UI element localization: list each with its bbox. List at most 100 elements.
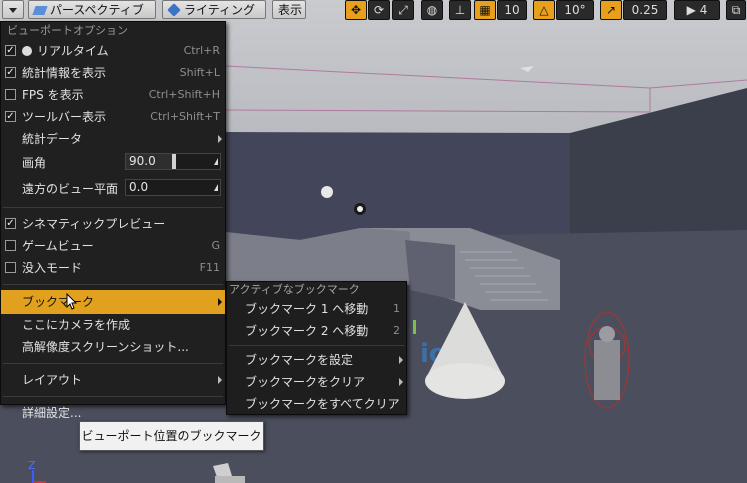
perspective-button[interactable]: パースペクティブ <box>28 0 156 19</box>
grid-snap-icon[interactable]: ▦ <box>474 0 496 20</box>
submenu-arrow-icon <box>399 356 403 364</box>
rotation-snap-value-text: 10° <box>564 3 586 17</box>
menu-item-hires-screenshot[interactable]: 高解像度スクリーンショット... <box>1 336 225 358</box>
lighting-sphere-icon <box>167 3 181 17</box>
submenu-item-goto-bookmark-1[interactable]: ブックマーク 1 へ移動 1 <box>227 298 406 320</box>
viewport-toolbar: パースペクティブ ライティング 表示 ✥ ⟳ ⤢ ◍ ⊥ ▦ 10 △ 10° … <box>0 0 747 22</box>
submenu-arrow-icon <box>218 376 222 384</box>
submenu-item-clear-bookmark[interactable]: ブックマークをクリア <box>227 371 406 393</box>
rotation-snap-icon[interactable]: △ <box>533 0 555 20</box>
realtime-label-wrap: リアルタイム <box>22 40 109 62</box>
bookmark-label: ブックマーク <box>22 295 95 309</box>
show-stats-shortcut: Shift+L <box>179 66 220 79</box>
set-bookmark-label: ブックマークを設定 <box>245 353 354 367</box>
menu-item-cinematic-preview[interactable]: ✓ シネマティックプレビュー <box>1 213 225 235</box>
checkbox-checked-icon: ✓ <box>5 67 16 78</box>
translate-tool-icon[interactable]: ✥ <box>345 0 367 20</box>
chevron-down-icon <box>9 8 17 13</box>
stat-data-label: 統計データ <box>22 132 83 146</box>
menu-item-create-camera[interactable]: ここにカメラを作成 <box>1 314 225 336</box>
menu-divider <box>3 363 223 364</box>
grid-snap-value-text: 10 <box>504 3 520 17</box>
goto-bookmark-2-label: ブックマーク 2 へ移動 <box>245 324 369 338</box>
world-space-icon[interactable]: ◍ <box>421 0 443 20</box>
checkbox-unchecked-icon <box>5 240 16 251</box>
scale-snap-value[interactable]: 0.25 <box>623 0 667 20</box>
scale-snap-icon[interactable]: ↗ <box>600 0 622 20</box>
far-plane-value: 0.0 <box>129 180 149 194</box>
checkbox-unchecked-icon <box>5 262 16 273</box>
scale-tool-icon[interactable]: ⤢ <box>392 0 414 20</box>
menu-item-show-stats[interactable]: ✓ 統計情報を表示 Shift+L <box>1 62 225 84</box>
goto-bookmark-2-shortcut: 2 <box>393 324 400 337</box>
resize-grip-icon <box>214 158 218 165</box>
menu-divider <box>3 284 223 285</box>
menu-item-layout[interactable]: レイアウト <box>1 369 225 391</box>
fov-label: 画角 <box>22 156 47 170</box>
cinematic-preview-label: シネマティックプレビュー <box>22 217 166 231</box>
menu-divider <box>3 396 223 397</box>
fov-slider[interactable]: 90.0 <box>125 153 221 170</box>
realtime-label: リアルタイム <box>37 44 109 58</box>
rotation-snap-value[interactable]: 10° <box>556 0 594 20</box>
checkbox-unchecked-icon <box>5 89 16 100</box>
perspective-label: パースペクティブ <box>50 3 144 17</box>
menu-item-immersive-mode[interactable]: 没入モード F11 <box>1 257 225 279</box>
maximize-viewport-icon[interactable]: ⧉ <box>726 0 746 20</box>
grid-snap-value[interactable]: 10 <box>497 0 527 20</box>
camera-icon: ▶ <box>686 3 700 17</box>
lighting-label: ライティング <box>184 3 256 17</box>
submenu-arrow-icon <box>218 135 222 143</box>
surface-snap-icon[interactable]: ⊥ <box>449 0 471 20</box>
layout-label: レイアウト <box>22 373 83 387</box>
goto-bookmark-1-shortcut: 1 <box>393 302 400 315</box>
realtime-icon <box>22 46 32 56</box>
submenu-item-clear-all-bookmarks[interactable]: ブックマークをすべてクリア <box>227 393 406 415</box>
advanced-settings-label: 詳細設定... <box>22 406 82 420</box>
menu-item-fov: 画角 90.0 <box>1 150 225 176</box>
submenu-item-set-bookmark[interactable]: ブックマークを設定 <box>227 349 406 371</box>
show-toolbar-shortcut: Ctrl+Shift+T <box>150 110 220 123</box>
show-fps-shortcut: Ctrl+Shift+H <box>148 88 220 101</box>
menu-item-bookmark[interactable]: ブックマーク <box>1 290 225 314</box>
bookmark-submenu: アクティブなブックマーク ブックマーク 1 へ移動 1 ブックマーク 2 へ移動… <box>226 281 407 415</box>
fov-value: 90.0 <box>129 154 156 168</box>
rotate-tool-icon[interactable]: ⟳ <box>368 0 390 20</box>
fov-slider-handle[interactable] <box>172 154 176 169</box>
far-plane-label: 遠方のビュー平面 <box>22 182 119 196</box>
submenu-arrow-icon <box>218 298 222 306</box>
clear-bookmark-label: ブックマークをクリア <box>245 375 366 389</box>
show-label: 表示 <box>278 3 303 17</box>
show-stats-label: 統計情報を表示 <box>22 66 107 80</box>
lighting-button[interactable]: ライティング <box>162 0 266 19</box>
camera-speed-button[interactable]: ▶ 4 <box>674 0 720 20</box>
camera-speed-value: 4 <box>699 3 708 17</box>
create-camera-label: ここにカメラを作成 <box>22 318 131 332</box>
menu-item-far-plane: 遠方のビュー平面 0.0 <box>1 176 225 202</box>
show-button[interactable]: 表示 <box>272 0 306 19</box>
axis-z-label: Z <box>28 459 36 472</box>
menu-item-show-toolbar[interactable]: ✓ ツールバー表示 Ctrl+Shift+T <box>1 106 225 128</box>
immersive-mode-shortcut: F11 <box>199 261 220 274</box>
menu-header: ビューポートオプション <box>7 24 128 37</box>
checkbox-checked-icon: ✓ <box>5 111 16 122</box>
checkbox-checked-icon: ✓ <box>5 218 16 229</box>
submenu-header: アクティブなブックマーク <box>229 283 360 296</box>
scale-snap-value-text: 0.25 <box>631 3 659 17</box>
show-fps-label: FPS を表示 <box>22 88 84 102</box>
viewport-options-menu: ビューポートオプション ✓ リアルタイム Ctrl+R ✓ 統計情報を表示 Sh… <box>0 21 226 420</box>
show-toolbar-label: ツールバー表示 <box>22 110 107 124</box>
submenu-arrow-icon <box>399 378 403 386</box>
far-plane-input[interactable]: 0.0 <box>125 179 221 196</box>
submenu-item-goto-bookmark-2[interactable]: ブックマーク 2 へ移動 2 <box>227 320 406 342</box>
mouse-cursor-icon <box>66 293 78 310</box>
menu-item-stat-data[interactable]: 統計データ <box>1 128 225 150</box>
menu-item-show-fps[interactable]: FPS を表示 Ctrl+Shift+H <box>1 84 225 106</box>
perspective-cube-icon <box>32 6 48 15</box>
menu-item-realtime[interactable]: ✓ リアルタイム Ctrl+R <box>1 40 225 62</box>
hires-screenshot-label: 高解像度スクリーンショット... <box>22 340 189 354</box>
game-view-label: ゲームビュー <box>22 239 94 253</box>
menu-divider <box>3 207 223 208</box>
menu-item-game-view[interactable]: ゲームビュー G <box>1 235 225 257</box>
viewport-options-button[interactable] <box>2 0 24 19</box>
